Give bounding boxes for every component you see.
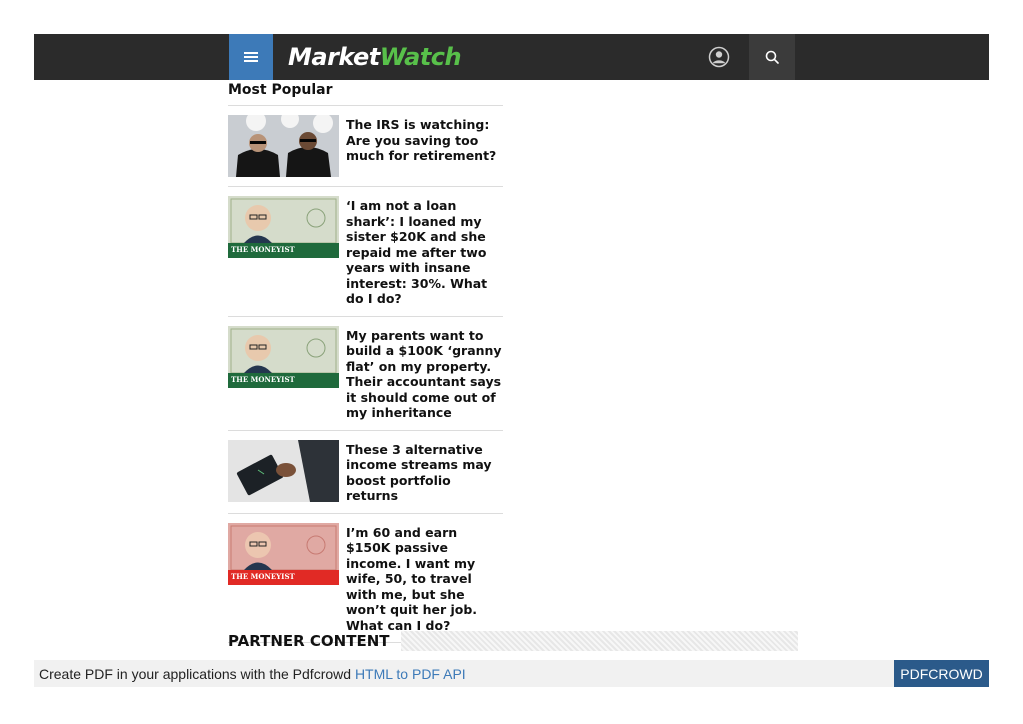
- partner-content-divider: [401, 631, 798, 651]
- logo-watch: Watch: [379, 43, 462, 71]
- search-button[interactable]: [749, 34, 795, 80]
- top-nav-bar: Market Watch: [34, 34, 989, 80]
- partner-content-section: PARTNER CONTENT: [228, 630, 798, 652]
- article-thumbnail[interactable]: THE MONEYIST: [228, 196, 339, 258]
- article-thumbnail[interactable]: THE MONEYIST: [228, 522, 339, 585]
- list-item[interactable]: THE MONEYIST I’m 60 and earn $150K passi…: [228, 514, 503, 643]
- most-popular-heading: Most Popular: [228, 82, 333, 98]
- menu-icon: [244, 52, 258, 62]
- list-item[interactable]: THE MONEYIST My parents want to build a …: [228, 317, 503, 431]
- svg-text:THE MONEYIST: THE MONEYIST: [231, 572, 296, 581]
- user-icon: [708, 46, 730, 68]
- article-thumbnail[interactable]: THE MONEYIST: [228, 325, 339, 388]
- html-to-pdf-link[interactable]: HTML to PDF API: [355, 666, 466, 682]
- pdf-banner-text-prefix: Create PDF in your applications with the…: [39, 665, 355, 682]
- menu-button[interactable]: [229, 34, 273, 80]
- list-item[interactable]: These 3 alternative income streams may b…: [228, 431, 503, 514]
- article-thumbnail[interactable]: [228, 439, 339, 502]
- search-icon: [765, 50, 779, 64]
- article-title[interactable]: My parents want to build a $100K ‘granny…: [346, 326, 503, 421]
- pdfcrowd-button[interactable]: PDFCROWD: [894, 660, 989, 687]
- logo-market: Market: [288, 43, 380, 71]
- svg-text:THE MONEYIST: THE MONEYIST: [231, 375, 296, 384]
- pdf-banner: Create PDF in your applications with the…: [34, 660, 989, 687]
- article-title[interactable]: The IRS is watching: Are you saving too …: [346, 115, 503, 177]
- pdf-banner-text: Create PDF in your applications with the…: [39, 666, 466, 682]
- most-popular-list: The IRS is watching: Are you saving too …: [228, 105, 503, 643]
- article-thumbnail[interactable]: [228, 115, 339, 177]
- list-item[interactable]: THE MONEYIST ‘I am not a loan shark’: I …: [228, 187, 503, 317]
- article-title[interactable]: These 3 alternative income streams may b…: [346, 440, 503, 504]
- list-item[interactable]: The IRS is watching: Are you saving too …: [228, 106, 503, 187]
- marketwatch-logo[interactable]: Market Watch: [288, 40, 462, 74]
- article-title[interactable]: I’m 60 and earn $150K passive income. I …: [346, 523, 503, 634]
- svg-text:THE MONEYIST: THE MONEYIST: [231, 245, 296, 254]
- article-title[interactable]: ‘I am not a loan shark’: I loaned my sis…: [346, 196, 503, 307]
- partner-content-heading: PARTNER CONTENT: [228, 632, 390, 650]
- user-button[interactable]: [707, 45, 731, 69]
